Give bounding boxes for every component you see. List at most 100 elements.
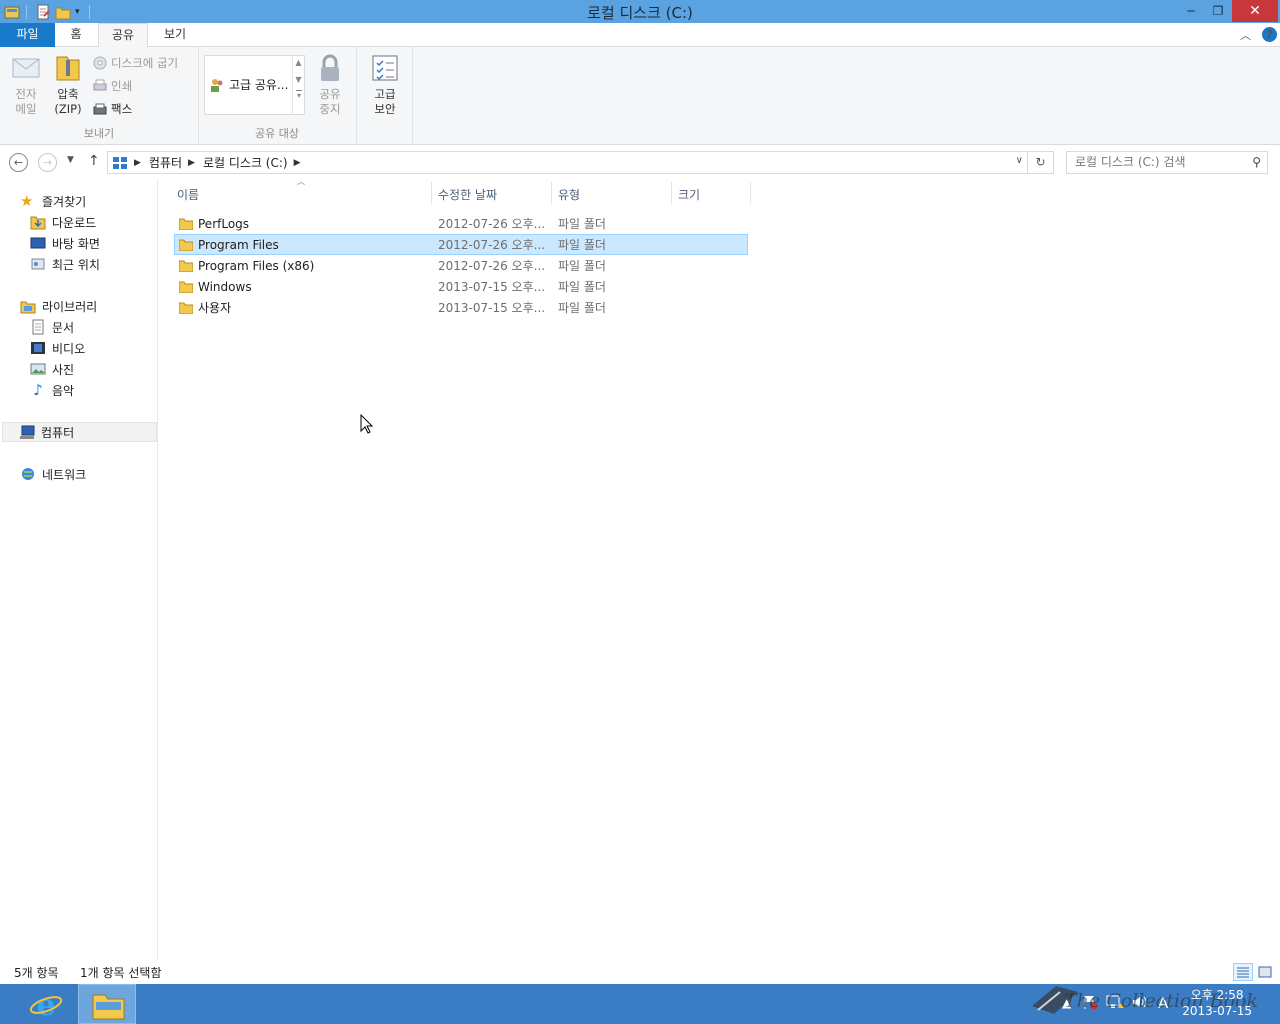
nav-documents[interactable]: 문서 — [30, 317, 74, 337]
column-header-size[interactable]: 크기 — [678, 184, 700, 206]
stop-sharing-button[interactable]: 공유 중지 — [313, 53, 347, 117]
file-name: PerfLogs — [198, 217, 250, 231]
nav-network[interactable]: 네트워크 — [20, 464, 86, 484]
nav-desktop[interactable]: 바탕 화면 — [30, 233, 100, 253]
refresh-icon: ↻ — [1035, 155, 1046, 169]
tab-share[interactable]: 공유 — [98, 23, 148, 48]
restore-button[interactable]: ❐ — [1203, 0, 1233, 22]
file-explorer-icon — [92, 994, 125, 1020]
taskbar-clock[interactable]: 오후 2:58 2013-07-15 — [1182, 987, 1252, 1019]
zip-button[interactable]: 압축 (ZIP) — [50, 53, 86, 117]
minimize-button[interactable]: ─ — [1176, 0, 1206, 22]
details-view-icon — [1237, 967, 1249, 978]
table-row[interactable]: 사용자 2013-07-15 오후... 파일 폴더 — [174, 297, 748, 318]
close-button[interactable]: ✕ — [1232, 0, 1278, 22]
column-header-type[interactable]: 유형 — [558, 184, 580, 206]
email-icon — [12, 58, 40, 78]
column-divider[interactable] — [671, 182, 672, 204]
window-title: 로컬 디스크 (C:) — [587, 4, 693, 22]
column-divider[interactable] — [431, 182, 432, 204]
status-bar: 5개 항목 1개 항목 선택함 — [0, 960, 1280, 984]
print-button[interactable]: 인쇄 — [93, 76, 132, 96]
search-input[interactable]: 로컬 디스크 (C:) 검색 ⚲ — [1066, 151, 1268, 174]
nav-recent-label: 최근 위치 — [52, 257, 100, 272]
internet-explorer-button[interactable]: e — [17, 984, 75, 1024]
breadcrumb-chevron-icon[interactable]: ▶ — [134, 158, 141, 168]
breadcrumb-local-disk[interactable]: 로컬 디스크 (C:) — [203, 154, 288, 171]
nav-downloads[interactable]: 다운로드 — [30, 212, 96, 232]
breadcrumb-chevron-icon[interactable]: ▶ — [188, 158, 195, 168]
libraries-icon — [20, 301, 36, 314]
back-button[interactable]: ← — [9, 153, 28, 172]
tab-view[interactable]: 보기 — [152, 23, 198, 47]
file-list: ︿ 이름 수정한 날짜 유형 크기 PerfLogs 2012-07-26 오후… — [159, 177, 1280, 960]
sort-ascending-icon: ︿ — [297, 177, 305, 186]
refresh-button[interactable]: ↻ — [1027, 152, 1053, 173]
nav-recent[interactable]: 최근 위치 — [30, 254, 100, 274]
tab-home[interactable]: 홈 — [58, 23, 94, 47]
nav-libraries[interactable]: 라이브러리 — [20, 296, 97, 316]
svg-text:e: e — [36, 988, 55, 1023]
zip-label: 압축 (ZIP) — [54, 87, 82, 116]
search-icon[interactable]: ⚲ — [1252, 152, 1261, 173]
folder-icon — [179, 302, 193, 314]
folder-icon — [179, 281, 193, 293]
internet-explorer-icon: e — [29, 988, 63, 1023]
music-icon: ♪ — [33, 381, 43, 399]
forward-arrow-icon: → — [42, 156, 53, 169]
zip-icon — [56, 56, 80, 81]
details-view-button[interactable] — [1233, 963, 1253, 981]
computer-icon — [20, 425, 35, 439]
file-type: 파일 폴더 — [558, 238, 606, 252]
burn-label: 디스크에 굽기 — [111, 56, 179, 70]
help-icon[interactable]: ? — [1262, 27, 1277, 42]
file-name: Windows — [198, 280, 252, 294]
address-history-dropdown[interactable]: ∨ — [1016, 155, 1023, 166]
file-modified: 2012-07-26 오후... — [438, 217, 546, 231]
file-name: Program Files (x86) — [198, 259, 315, 273]
address-bar[interactable]: ▶ 컴퓨터 ▶ 로컬 디스크 (C:) ▶ ∨ ↻ — [107, 151, 1054, 174]
lock-icon — [321, 54, 339, 81]
table-row[interactable]: Program Files (x86) 2012-07-26 오후... 파일 … — [174, 255, 748, 276]
table-row[interactable]: Windows 2013-07-15 오후... 파일 폴더 — [174, 276, 748, 297]
burn-to-disc-button[interactable]: 디스크에 굽기 — [93, 53, 178, 73]
advanced-sharing-item[interactable]: 고급 공유... — [209, 76, 288, 93]
column-divider[interactable] — [551, 182, 552, 204]
nav-music[interactable]: ♪ 음악 — [30, 380, 74, 400]
table-row[interactable]: PerfLogs 2012-07-26 오후... 파일 폴더 — [174, 213, 748, 234]
computer-breadcrumb-icon — [113, 156, 127, 169]
desktop-icon — [30, 237, 46, 249]
tab-file[interactable]: 파일 — [0, 23, 55, 47]
breadcrumb-chevron-icon[interactable]: ▶ — [294, 158, 301, 168]
nav-favorites[interactable]: ★ 즐겨찾기 — [20, 191, 86, 211]
file-name: 사용자 — [198, 301, 232, 315]
nav-pictures[interactable]: 사진 — [30, 359, 74, 379]
checklist-icon — [372, 55, 398, 81]
back-arrow-icon: ← — [13, 156, 24, 169]
recent-locations-dropdown[interactable]: ▼ — [67, 155, 74, 165]
table-row[interactable]: Program Files 2012-07-26 오후... 파일 폴더 — [174, 234, 748, 255]
email-button[interactable]: 전자 메일 — [6, 53, 46, 117]
column-header-name[interactable]: 이름 — [177, 184, 199, 206]
nav-videos[interactable]: 비디오 — [30, 338, 85, 358]
large-icons-view-button[interactable] — [1255, 963, 1275, 981]
mouse-cursor-icon — [360, 414, 374, 434]
search-placeholder: 로컬 디스크 (C:) 검색 — [1075, 155, 1186, 169]
gallery-scroll[interactable]: ▲ ▼ ▾ — [292, 56, 304, 114]
file-modified: 2013-07-15 오후... — [438, 280, 546, 294]
fax-button[interactable]: 팩스 — [93, 99, 132, 119]
nav-favorites-label: 즐겨찾기 — [42, 194, 87, 209]
up-button[interactable]: ↑ — [88, 153, 100, 169]
taskbar: e ▲ A The Collection Book 오후 2:58 2013-0… — [0, 984, 1280, 1024]
column-divider[interactable] — [750, 182, 751, 204]
forward-button[interactable]: → — [38, 153, 57, 172]
file-explorer-taskbar-button[interactable] — [78, 984, 136, 1024]
share-with-gallery[interactable]: 고급 공유... ▲ ▼ ▾ — [204, 55, 305, 115]
ribbon-collapse-icon[interactable]: ︿ — [1240, 27, 1251, 43]
nav-computer[interactable]: 컴퓨터 — [2, 422, 157, 442]
advanced-security-button[interactable]: 고급 보안 — [367, 53, 403, 117]
breadcrumb-computer[interactable]: 컴퓨터 — [149, 154, 182, 171]
stop-sharing-label: 공유 중지 — [319, 87, 341, 116]
documents-icon — [32, 319, 44, 335]
column-header-modified[interactable]: 수정한 날짜 — [438, 184, 497, 206]
